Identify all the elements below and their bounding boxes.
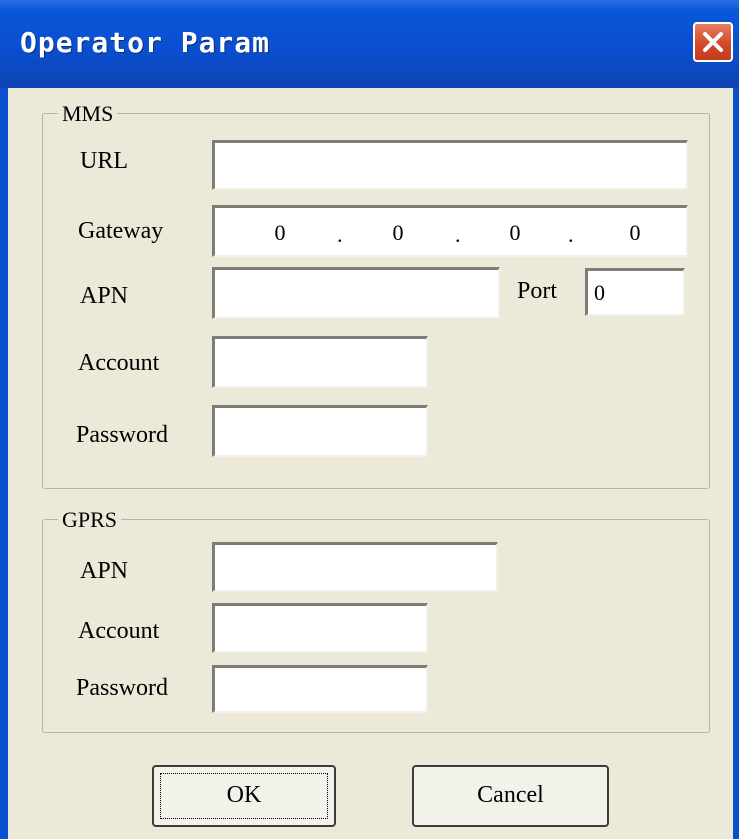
mms-gateway-label: Gateway <box>78 218 164 244</box>
ok-button-label: OK <box>226 782 262 808</box>
gprs-account-label: Account <box>78 618 160 644</box>
gateway-octet-1[interactable]: 0 <box>255 220 305 246</box>
mms-account-input[interactable] <box>212 336 428 388</box>
gprs-apn-label: APN <box>80 558 129 584</box>
mms-apn-label: APN <box>80 283 129 309</box>
gprs-password-label: Password <box>76 675 169 701</box>
gprs-password-input[interactable] <box>212 665 428 713</box>
gprs-account-input[interactable] <box>212 603 428 653</box>
title-bar[interactable]: Operator Param <box>0 0 739 88</box>
gateway-octet-3[interactable]: 0 <box>490 220 540 246</box>
close-button[interactable] <box>693 22 733 62</box>
gateway-octet-2[interactable]: 0 <box>373 220 423 246</box>
gateway-dot: . <box>337 222 343 247</box>
mms-apn-input[interactable] <box>212 267 500 319</box>
mms-password-input[interactable] <box>212 405 428 457</box>
ok-button[interactable]: OK <box>152 765 336 827</box>
window-frame-right <box>733 88 739 839</box>
mms-url-label: URL <box>80 148 128 174</box>
window-title: Operator Param <box>20 26 271 59</box>
mms-gateway-ip-input[interactable]: 0 . 0 . 0 . 0 <box>212 205 688 257</box>
mms-url-input[interactable] <box>212 140 688 190</box>
gprs-apn-input[interactable] <box>212 542 498 592</box>
mms-port-input[interactable] <box>585 268 685 316</box>
gateway-dot: . <box>455 222 461 247</box>
gprs-group-label: GPRS <box>58 507 122 533</box>
cancel-button-label: Cancel <box>477 782 544 808</box>
gateway-octet-4[interactable]: 0 <box>610 220 660 246</box>
mms-group-label: MMS <box>58 101 118 127</box>
mms-port-label: Port <box>517 278 558 304</box>
close-icon <box>703 32 723 52</box>
mms-password-label: Password <box>76 422 169 448</box>
gateway-dot: . <box>568 222 574 247</box>
window-frame-left <box>0 88 8 839</box>
mms-account-label: Account <box>78 350 160 376</box>
cancel-button[interactable]: Cancel <box>412 765 609 827</box>
operator-param-dialog: Operator Param MMS URL Gateway 0 . 0 . 0… <box>0 0 739 839</box>
